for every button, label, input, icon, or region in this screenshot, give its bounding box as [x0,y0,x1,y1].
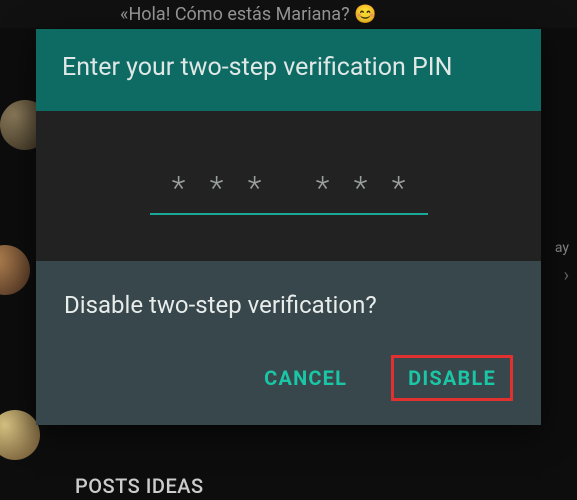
pin-digit: * [304,169,342,207]
pin-digit: * [380,169,418,207]
two-step-dialog: Enter your two-step verification PIN * *… [36,29,541,425]
pin-mask-display: * * * * * * [156,169,422,213]
pin-digit: * [198,169,236,207]
bg-avatar [0,245,30,295]
bg-text: ay [555,240,569,256]
pin-entry-area[interactable]: * * * * * * [36,111,541,261]
disable-button[interactable]: DISABLE [391,355,513,401]
cancel-button[interactable]: CANCEL [248,356,363,400]
bg-chat-header: «Hola! Cómo estás Mariana? 😊 [0,0,577,28]
confirm-title: Disable two-step verification? [64,291,513,319]
bg-avatar [0,410,40,460]
pin-input[interactable]: * * * * * * [150,169,428,215]
pin-underline [150,213,428,215]
bg-chevron-icon: › [564,265,569,286]
confirm-dialog: Disable two-step verification? CANCEL DI… [36,261,541,425]
bg-chat-title: POSTS IDEAS [75,474,204,498]
pin-digit: * [160,169,198,207]
pin-digit: * [342,169,380,207]
pin-digit: * [236,169,274,207]
dialog-button-row: CANCEL DISABLE [64,355,513,401]
dialog-title: Enter your two-step verification PIN [36,29,541,111]
